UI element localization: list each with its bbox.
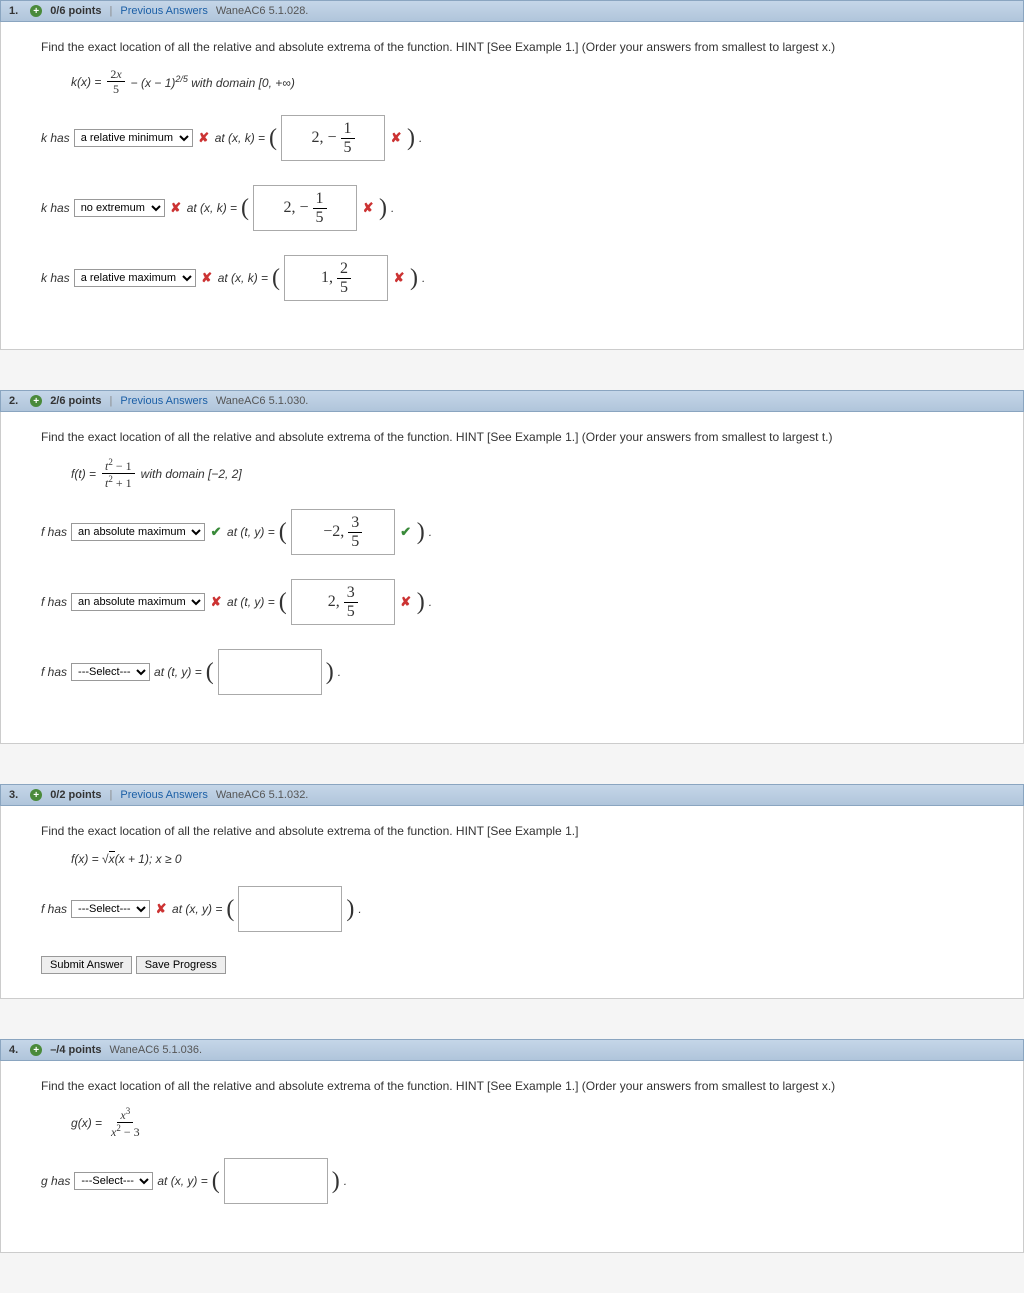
question-3: 3. + 0/2 points | Previous Answers WaneA… (0, 784, 1024, 999)
func-has: f has (41, 525, 67, 539)
question-body: Find the exact location of all the relat… (0, 1061, 1024, 1253)
answer-input[interactable] (218, 649, 322, 695)
question-ref: WaneAC6 5.1.028. (216, 5, 309, 17)
prompt-text: Find the exact location of all the relat… (41, 824, 983, 838)
extremum-select[interactable]: a relative minimum (74, 129, 193, 147)
question-header: 2. + 2/6 points | Previous Answers WaneA… (0, 390, 1024, 412)
points-label: 2/6 points (50, 395, 101, 407)
cross-icon: ✘ (154, 902, 168, 916)
func-has: f has (41, 665, 67, 679)
cross-icon: ✘ (197, 131, 211, 145)
answer-input[interactable] (238, 886, 342, 932)
equation: k(x) = 2x5 − (x − 1)2/5 with domain [0, … (71, 68, 983, 95)
question-1: 1. + 0/6 points | Previous Answers WaneA… (0, 0, 1024, 350)
coord-label: at (t, y) = (227, 525, 275, 539)
points-label: –/4 points (50, 1044, 101, 1056)
answer-input[interactable]: 2, 35 (291, 579, 395, 625)
answer-row: k has a relative maximum ✘ at (x, k) = (… (41, 255, 983, 301)
answer-row: f has ---Select--- ✘ at (x, y) = ( ). (41, 886, 983, 932)
coord-label: at (x, y) = (157, 1174, 207, 1188)
points-label: 0/2 points (50, 789, 101, 801)
question-body: Find the exact location of all the relat… (0, 22, 1024, 350)
cross-icon: ✘ (361, 201, 375, 215)
cross-icon: ✘ (209, 595, 223, 609)
check-icon: ✔ (209, 525, 223, 539)
func-has: f has (41, 902, 67, 916)
question-2: 2. + 2/6 points | Previous Answers WaneA… (0, 390, 1024, 744)
expand-icon[interactable]: + (30, 5, 42, 17)
save-button[interactable]: Save Progress (136, 956, 226, 974)
cross-icon: ✘ (169, 201, 183, 215)
answer-row: k has no extremum ✘ at (x, k) = ( 2, − 1… (41, 185, 983, 231)
question-header: 1. + 0/6 points | Previous Answers WaneA… (0, 0, 1024, 22)
question-ref: WaneAC6 5.1.030. (216, 395, 309, 407)
answer-row: f has ---Select--- at (t, y) = ( ). (41, 649, 983, 695)
extremum-select[interactable]: a relative maximum (74, 269, 196, 287)
answer-input[interactable] (224, 1158, 328, 1204)
expand-icon[interactable]: + (30, 789, 42, 801)
expand-icon[interactable]: + (30, 395, 42, 407)
extremum-select[interactable]: no extremum (74, 199, 165, 217)
answer-input[interactable]: 2, − 15 (281, 115, 385, 161)
coord-label: at (x, k) = (218, 271, 268, 285)
answer-row: f has an absolute maximum ✔ at (t, y) = … (41, 509, 983, 555)
prompt-text: Find the exact location of all the relat… (41, 40, 983, 54)
func-has: k has (41, 271, 70, 285)
question-body: Find the exact location of all the relat… (0, 412, 1024, 744)
question-number: 4. (9, 1044, 18, 1056)
cross-icon: ✘ (399, 595, 413, 609)
cross-icon: ✘ (389, 131, 403, 145)
coord-label: at (x, y) = (172, 902, 222, 916)
question-number: 3. (9, 789, 18, 801)
coord-label: at (x, k) = (215, 131, 265, 145)
prompt-text: Find the exact location of all the relat… (41, 1079, 983, 1093)
func-has: g has (41, 1174, 70, 1188)
cross-icon: ✘ (200, 271, 214, 285)
extremum-select[interactable]: an absolute maximum (71, 523, 205, 541)
submit-button[interactable]: Submit Answer (41, 956, 132, 974)
equation: g(x) = x3x2 − 3 (71, 1107, 983, 1138)
question-number: 1. (9, 5, 18, 17)
func-has: k has (41, 131, 70, 145)
check-icon: ✔ (399, 525, 413, 539)
answer-input[interactable]: −2, 35 (291, 509, 395, 555)
expand-icon[interactable]: + (30, 1044, 42, 1056)
answer-row: k has a relative minimum ✘ at (x, k) = (… (41, 115, 983, 161)
question-body: Find the exact location of all the relat… (0, 806, 1024, 999)
question-4: 4. + –/4 points WaneAC6 5.1.036. Find th… (0, 1039, 1024, 1253)
answer-input[interactable]: 1, 25 (284, 255, 388, 301)
extremum-select[interactable]: ---Select--- (71, 900, 150, 918)
answer-input[interactable]: 2, − 15 (253, 185, 357, 231)
question-ref: WaneAC6 5.1.036. (110, 1044, 203, 1056)
previous-answers-link[interactable]: Previous Answers (120, 5, 207, 17)
coord-label: at (t, y) = (227, 595, 275, 609)
question-header: 3. + 0/2 points | Previous Answers WaneA… (0, 784, 1024, 806)
cross-icon: ✘ (392, 271, 406, 285)
answer-row: f has an absolute maximum ✘ at (t, y) = … (41, 579, 983, 625)
extremum-select[interactable]: an absolute maximum (71, 593, 205, 611)
extremum-select[interactable]: ---Select--- (74, 1172, 153, 1190)
extremum-select[interactable]: ---Select--- (71, 663, 150, 681)
coord-label: at (t, y) = (154, 665, 202, 679)
button-row: Submit Answer Save Progress (41, 956, 983, 974)
previous-answers-link[interactable]: Previous Answers (120, 395, 207, 407)
question-header: 4. + –/4 points WaneAC6 5.1.036. (0, 1039, 1024, 1061)
func-has: f has (41, 595, 67, 609)
question-number: 2. (9, 395, 18, 407)
func-has: k has (41, 201, 70, 215)
previous-answers-link[interactable]: Previous Answers (120, 789, 207, 801)
points-label: 0/6 points (50, 5, 101, 17)
equation: f(x) = √x(x + 1); x ≥ 0 (71, 852, 983, 866)
prompt-text: Find the exact location of all the relat… (41, 430, 983, 444)
equation: f(t) = t2 − 1t2 + 1 with domain [−2, 2] (71, 458, 983, 489)
question-ref: WaneAC6 5.1.032. (216, 789, 309, 801)
answer-row: g has ---Select--- at (x, y) = ( ). (41, 1158, 983, 1204)
coord-label: at (x, k) = (187, 201, 237, 215)
